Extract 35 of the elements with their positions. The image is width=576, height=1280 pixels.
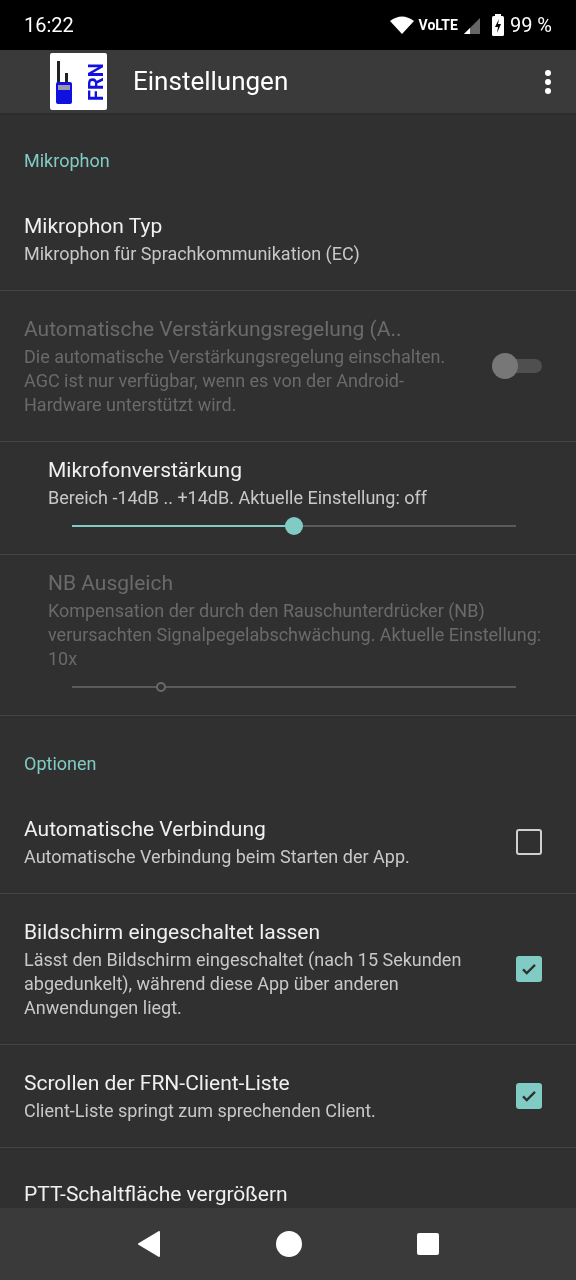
- setting-title: Bildschirm eingeschaltet lassen: [24, 919, 322, 946]
- slider[interactable]: [72, 516, 516, 536]
- status-time: 16:22: [24, 12, 74, 39]
- category-header: Mikrophon: [24, 150, 110, 171]
- setting-summary: Bereich -14dB .. +14dB. Aktuelle Einstellung: off: [48, 486, 429, 510]
- setting-title: Automatische Verbindung: [24, 816, 267, 843]
- checkbox[interactable]: [516, 956, 542, 982]
- back-icon[interactable]: [137, 1231, 162, 1257]
- checkbox[interactable]: [516, 829, 542, 855]
- setting-summary: Kompensation der durch den Rauschunterdrücker (NB) verursachten Signalpegelabschwächung. Aktuelle Einstellung: 10x: [48, 599, 543, 671]
- setting-title: Scrollen der FRN-Client-Liste: [24, 1070, 291, 1097]
- more-options-icon[interactable]: [544, 68, 552, 95]
- home-icon[interactable]: [276, 1231, 302, 1257]
- screen-title: Einstellungen: [133, 65, 289, 98]
- battery-charging-icon: [491, 14, 504, 36]
- network-label: VoLTE: [418, 15, 458, 35]
- setting-title: Mikrophon Typ: [24, 213, 164, 240]
- slider-thumb[interactable]: [285, 517, 303, 535]
- wifi-icon: [388, 15, 415, 35]
- setting-title: Mikrofonverstärkung: [48, 457, 243, 484]
- setting-title: NB Ausgleich: [48, 570, 174, 597]
- radio-icon: [54, 58, 74, 105]
- setting-summary: Mikrophon für Sprachkommunikation (EC): [24, 242, 361, 266]
- checkbox[interactable]: [516, 1083, 542, 1109]
- setting-summary: Automatische Verbindung beim Starten der App.: [24, 845, 411, 869]
- setting-title: Automatische Verstärkungsregelung (A..: [24, 316, 403, 343]
- recents-icon[interactable]: [416, 1233, 439, 1255]
- setting-summary: Client-Liste springt zum sprechenden Client.: [24, 1099, 377, 1123]
- setting-summary: Lässt den Bildschirm eingeschaltet (nach 15 Sekunden abgedunkelt), während diese App über anderen Anwendungen liegt.: [24, 948, 463, 1020]
- battery-percent: 99 %: [509, 12, 552, 39]
- setting-summary: Die automatische Verstärkungsregelung einschalten. AGC ist nur verfügbar, wenn es von der Android-Hardware unterstützt wird.: [24, 345, 447, 417]
- logo-text: FRN: [86, 62, 107, 101]
- setting-title: PTT-Schaltfläche vergrößern: [24, 1181, 289, 1208]
- slider-thumb[interactable]: [155, 682, 166, 692]
- category-header: Optionen: [24, 753, 97, 774]
